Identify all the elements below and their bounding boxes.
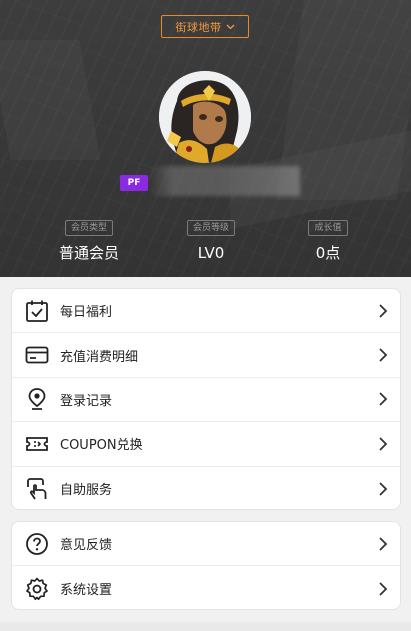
bottom-edge xyxy=(0,622,411,631)
avatar[interactable] xyxy=(159,71,251,163)
menu-card-primary: 每日福利 充值消费明细 登录记录 COUPON兑换 自助服务 xyxy=(11,288,401,510)
menu-item-self-service[interactable]: 自助服务 xyxy=(12,467,400,509)
stat-label: 会员等级 xyxy=(186,220,235,236)
location-pin-icon xyxy=(24,386,50,412)
avatar-illustration xyxy=(159,71,251,163)
menu-item-login-records[interactable]: 登录记录 xyxy=(12,378,400,423)
chevron-right-icon xyxy=(379,348,388,362)
menu-card-secondary: 意见反馈 系统设置 xyxy=(11,521,401,610)
profile-page: 街球地带 PF 会员类型 普通会员 会员等级 LV0 成长值 0点 每日福利 充… xyxy=(0,0,411,631)
menu-item-label: 意见反馈 xyxy=(60,538,113,554)
stat-label: 成长值 xyxy=(308,220,348,236)
stat-member-type: 会员类型 普通会员 xyxy=(39,215,139,262)
menu-item-feedback[interactable]: 意见反馈 xyxy=(12,522,400,567)
chevron-right-icon xyxy=(379,537,388,551)
stat-value: 普通会员 xyxy=(58,244,119,262)
chevron-down-icon xyxy=(226,24,234,29)
pf-badge: PF xyxy=(120,175,148,191)
question-icon xyxy=(24,531,50,557)
hand-touch-icon xyxy=(24,476,50,502)
background-building xyxy=(0,40,101,160)
menu-item-daily-rewards[interactable]: 每日福利 xyxy=(12,289,400,334)
menu-item-label: 登录记录 xyxy=(60,393,113,409)
username-blurred xyxy=(150,166,300,196)
gear-icon xyxy=(24,576,50,602)
chevron-right-icon xyxy=(379,437,388,451)
chevron-right-icon xyxy=(379,581,388,596)
menu-item-label: COUPON兑换 xyxy=(60,438,143,454)
stat-value: 0点 xyxy=(315,244,341,262)
server-select-button[interactable]: 街球地带 xyxy=(161,15,249,38)
menu-item-label: 自助服务 xyxy=(60,483,113,499)
chevron-right-icon xyxy=(379,304,388,318)
card-icon xyxy=(24,342,50,368)
chevron-right-icon xyxy=(379,392,388,407)
menu-item-label: 系统设置 xyxy=(60,583,113,599)
stat-label: 会员类型 xyxy=(64,220,113,236)
profile-header: 街球地带 PF 会员类型 普通会员 会员等级 LV0 成长值 0点 xyxy=(0,0,411,277)
stat-growth-value: 成长值 0点 xyxy=(278,215,378,262)
chevron-right-icon xyxy=(379,482,388,496)
ticket-icon xyxy=(24,431,50,457)
menu-item-settings[interactable]: 系统设置 xyxy=(12,566,400,609)
stat-member-level: 会员等级 LV0 xyxy=(161,215,261,262)
menu-item-coupon-redeem[interactable]: COUPON兑换 xyxy=(12,422,400,467)
menu-item-recharge-details[interactable]: 充值消费明细 xyxy=(12,333,400,378)
stat-value: LV0 xyxy=(197,244,225,262)
menu-item-label: 充值消费明细 xyxy=(60,349,139,365)
menu-item-label: 每日福利 xyxy=(60,305,113,321)
calendar-check-icon xyxy=(24,298,50,324)
server-label: 街球地带 xyxy=(175,20,222,34)
